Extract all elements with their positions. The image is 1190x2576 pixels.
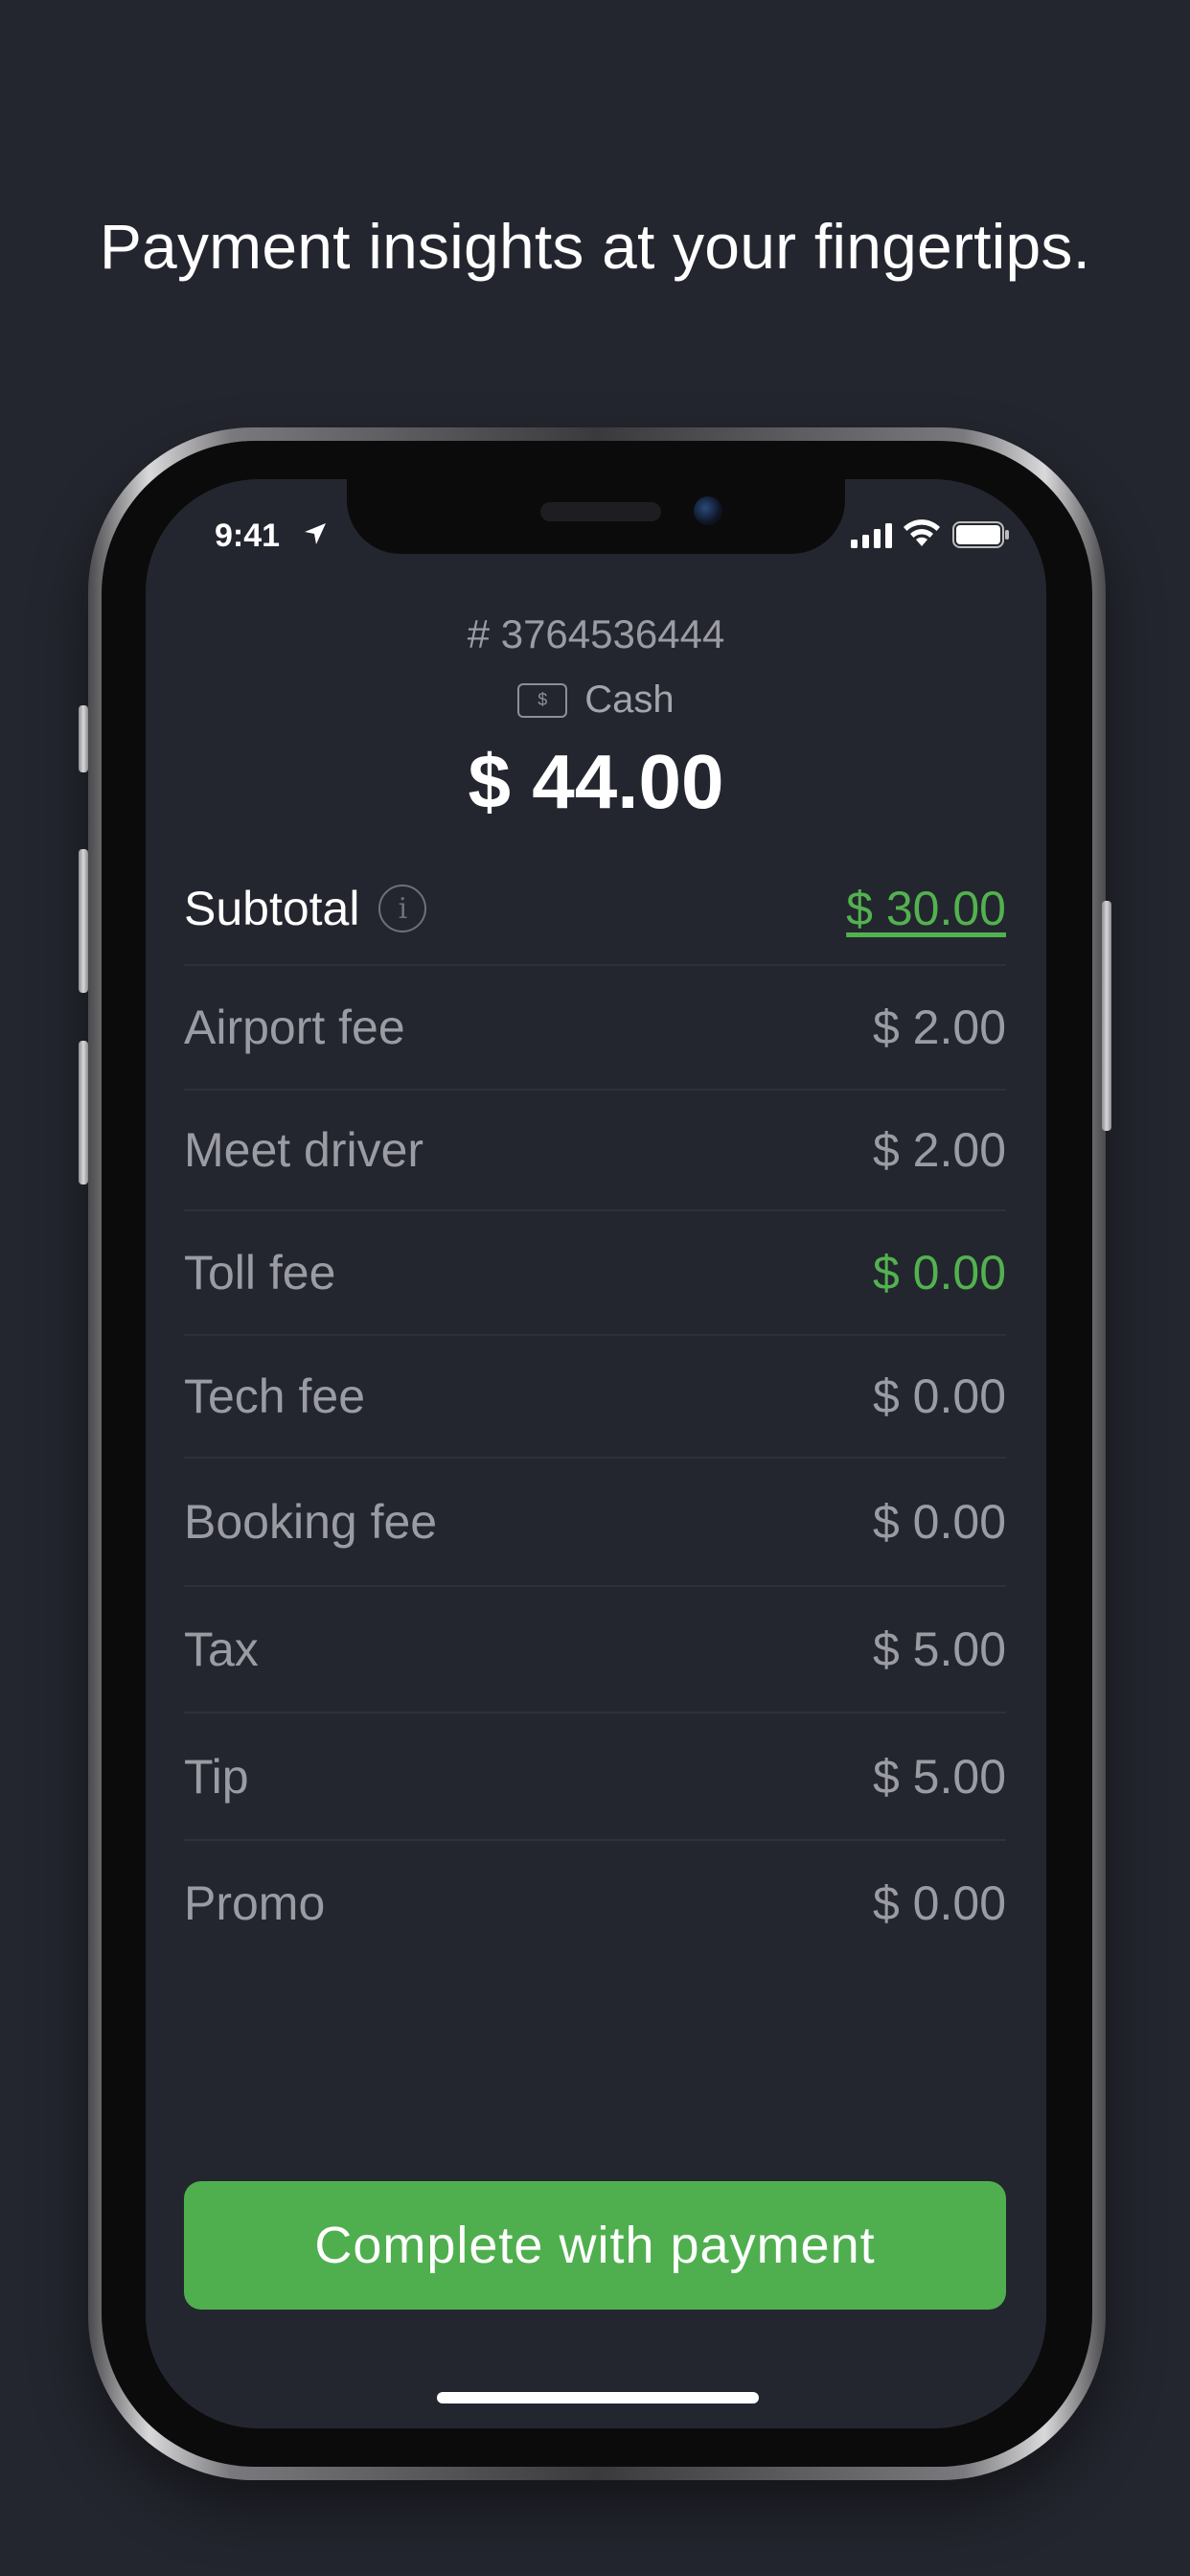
power-button xyxy=(1102,901,1111,1131)
fare-label: Tax xyxy=(184,1622,259,1676)
total-amount: $ 44.00 xyxy=(468,739,724,824)
subtotal-label: Subtotal xyxy=(184,882,360,935)
subtotal-value[interactable]: $ 30.00 xyxy=(846,881,1006,936)
fare-label: Toll fee xyxy=(184,1246,336,1300)
fare-row-tax: Tax $ 5.00 xyxy=(184,1587,1006,1714)
speaker-grille xyxy=(540,502,661,521)
phone-screen: 9:41 # 3764536444 $ Cash $ 44.00 Subtota… xyxy=(146,479,1046,2428)
fare-row-tech-fee: Tech fee $ 0.00 xyxy=(184,1336,1006,1459)
wifi-icon xyxy=(904,519,940,546)
notch xyxy=(347,479,845,554)
fare-label: Airport fee xyxy=(184,1000,405,1054)
complete-payment-button[interactable]: Complete with payment xyxy=(184,2181,1006,2310)
signal-icon xyxy=(851,523,892,548)
fare-value: $ 5.00 xyxy=(872,1622,1006,1676)
fare-value: $ 0.00 xyxy=(872,1369,1006,1423)
fare-label: Tip xyxy=(184,1749,249,1804)
fare-label: Tech fee xyxy=(184,1369,366,1423)
subtotal-row: Subtotal i $ 30.00 xyxy=(184,853,1006,966)
fare-label: Meet driver xyxy=(184,1123,424,1177)
fare-row-tip: Tip $ 5.00 xyxy=(184,1714,1006,1841)
battery-icon xyxy=(952,521,1009,548)
headline: Payment insights at your fingertips. xyxy=(99,211,1091,282)
fare-value: $ 2.00 xyxy=(872,1123,1006,1177)
mute-switch xyxy=(79,705,88,772)
fare-value: $ 0.00 xyxy=(872,1495,1006,1549)
fare-row-toll-fee: Toll fee $ 0.00 xyxy=(184,1211,1006,1336)
fare-row-promo: Promo $ 0.00 xyxy=(184,1841,1006,1966)
home-indicator[interactable] xyxy=(437,2392,759,2404)
fare-breakdown: Subtotal i $ 30.00 Airport fee $ 2.00 Me… xyxy=(184,853,1006,1966)
status-time: 9:41 xyxy=(215,518,281,554)
info-icon[interactable]: i xyxy=(378,885,427,932)
fare-value: $ 0.00 xyxy=(872,1876,1006,1930)
fare-row-booking-fee: Booking fee $ 0.00 xyxy=(184,1459,1006,1587)
fare-label: Booking fee xyxy=(184,1495,438,1549)
fare-label: Promo xyxy=(184,1876,326,1930)
front-camera xyxy=(694,496,722,525)
location-arrow-icon xyxy=(305,523,326,544)
fare-value: $ 5.00 xyxy=(872,1749,1006,1804)
fare-value: $ 2.00 xyxy=(872,1000,1006,1054)
payment-method: $ Cash xyxy=(146,678,1046,722)
volume-down-button xyxy=(79,1041,88,1184)
fare-row-meet-driver: Meet driver $ 2.00 xyxy=(184,1091,1006,1211)
fare-row-airport-fee: Airport fee $ 2.00 xyxy=(184,966,1006,1091)
fare-value: $ 0.00 xyxy=(872,1246,1006,1300)
payment-method-label: Cash xyxy=(584,678,675,721)
order-id: # 3764536444 xyxy=(467,611,725,656)
volume-up-button xyxy=(79,849,88,993)
cash-icon: $ xyxy=(517,682,568,718)
